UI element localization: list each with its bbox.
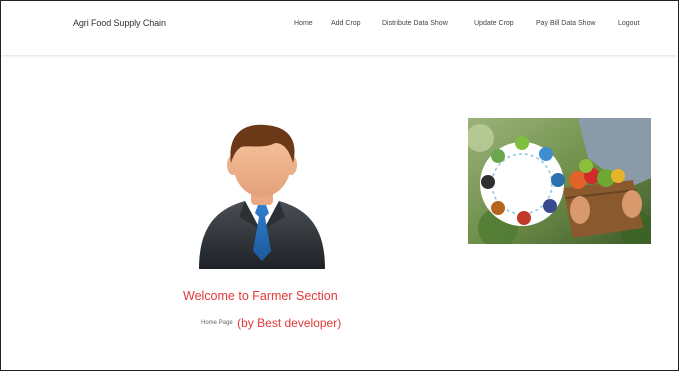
nav-item-update-crop[interactable]: Update Crop: [474, 20, 514, 27]
nav-item-distribute-data-show[interactable]: Distribute Data Show: [382, 20, 448, 27]
browser-frame: Agri Food Supply Chain Home Add Crop Dis…: [0, 0, 679, 371]
farmer-avatar: [199, 124, 325, 269]
subtitle-line: Home Page (by Best developer): [201, 314, 341, 332]
home-page-label: Home Page: [201, 319, 233, 326]
nav-item-pay-bill-data-show[interactable]: Pay Bill Data Show: [536, 20, 596, 27]
top-navbar: Agri Food Supply Chain Home Add Crop Dis…: [1, 1, 678, 55]
welcome-heading: Welcome to Farmer Section: [183, 289, 338, 303]
nav-item-home[interactable]: Home: [294, 20, 313, 27]
supply-chain-image: [468, 118, 651, 244]
nav-item-add-crop[interactable]: Add Crop: [331, 20, 361, 27]
nav-item-logout[interactable]: Logout: [618, 20, 639, 27]
nav-menu: Home Add Crop Distribute Data Show Updat…: [1, 20, 678, 34]
developer-credit: (by Best developer): [237, 315, 342, 330]
